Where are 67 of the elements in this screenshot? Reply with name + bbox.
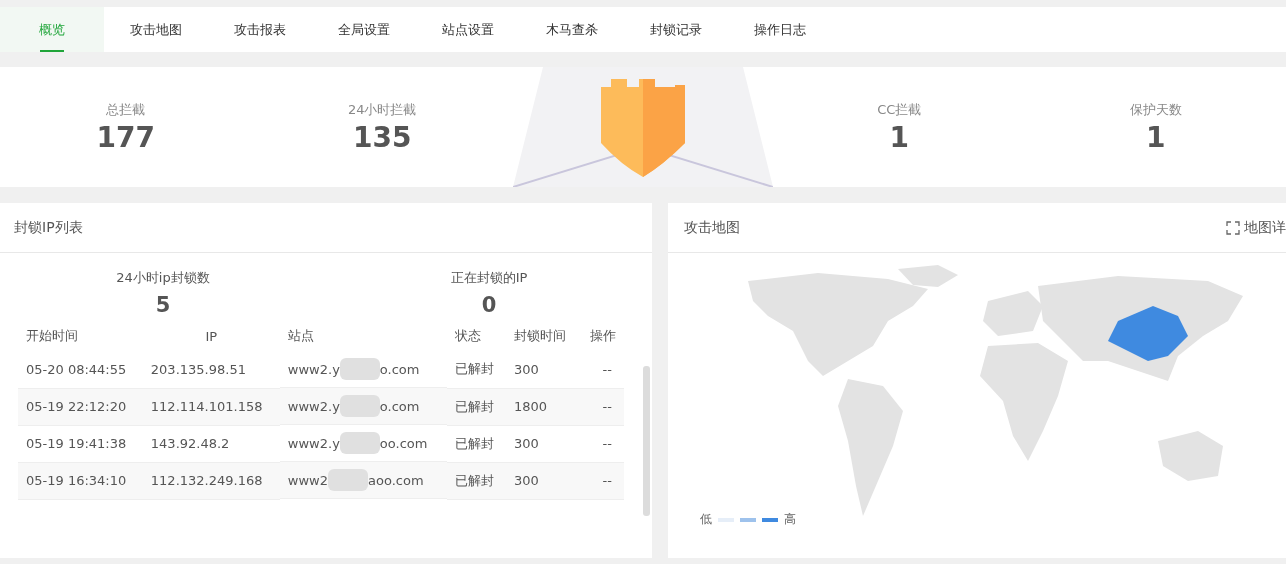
nav-tab[interactable]: 攻击地图 [104, 7, 208, 52]
panel-title: 封锁IP列表 [14, 218, 83, 237]
stat-label: 24小时拦截 [347, 100, 417, 119]
site-text-end: oo.com [379, 435, 428, 451]
table-cell: 已解封 [446, 425, 506, 462]
table-cell: 203.135.98.51 [142, 351, 280, 388]
map-detail-link[interactable]: 地图详 [1226, 218, 1286, 237]
table-cell: 已解封 [446, 388, 506, 425]
nav-tab[interactable]: 木马查杀 [520, 7, 624, 52]
panel-title: 攻击地图 [684, 218, 740, 237]
table-cell: 143.92.48.2 [142, 425, 280, 462]
nav-tab[interactable]: 攻击报表 [208, 7, 312, 52]
nav-tab[interactable]: 站点设置 [416, 7, 520, 52]
summary-label: 24小时ip封锁数 [116, 269, 210, 287]
table-cell: 300 [505, 425, 579, 462]
table-cell: -- [578, 425, 624, 462]
scrollbar[interactable] [643, 366, 650, 516]
column-header: 开始时间 [25, 327, 79, 345]
column-header: IP [204, 327, 219, 346]
legend-swatch [718, 517, 734, 522]
nav-tab[interactable]: 封锁记录 [624, 7, 728, 52]
table-cell: -- [578, 351, 624, 388]
redaction-blur [339, 358, 380, 380]
column-header: 状态 [453, 327, 482, 345]
site-text-start: www2.y [287, 361, 340, 377]
column-header: 站点 [286, 327, 315, 345]
summary-label: 正在封锁的IP [450, 269, 528, 287]
legend-label: 低 [700, 511, 712, 528]
table-cell: 112.114.101.158 [142, 388, 280, 425]
table-cell: 已解封 [446, 351, 506, 388]
site-text-end: aoo.com [368, 472, 424, 488]
redaction-blur [339, 432, 380, 454]
table-cell: 05-19 22:12:20 [18, 388, 143, 425]
legend-label: 高 [784, 511, 796, 528]
table-cell: 已解封 [446, 462, 506, 499]
stat-label: 总拦截 [106, 100, 146, 119]
stat-label: CC拦截 [877, 100, 922, 119]
site-text-end: o.com [379, 398, 420, 414]
site-text-start: www2 [287, 472, 329, 488]
table-cell: -- [578, 388, 624, 425]
redaction-blur [339, 395, 380, 417]
column-header: 操作 [589, 327, 617, 345]
table-cell: 05-19 19:41:38 [18, 425, 143, 462]
redaction-blur [328, 469, 369, 491]
stat-label: 保护天数 [1129, 100, 1182, 119]
summary-value: 5 [155, 293, 171, 317]
stat-value: 177 [96, 120, 155, 154]
legend-swatch [740, 517, 756, 522]
summary-value: 0 [481, 293, 497, 317]
fullscreen-icon [1226, 220, 1240, 235]
table-cell: 112.132.249.168 [142, 462, 280, 499]
table-cell: 1800 [505, 388, 579, 425]
table-cell: 05-20 08:44:55 [18, 351, 143, 388]
nav-tab[interactable]: 全局设置 [312, 7, 416, 52]
stat-value: 1 [889, 120, 909, 154]
legend-swatch [762, 517, 778, 522]
site-text-end: o.com [379, 361, 420, 377]
table-cell: 300 [505, 462, 579, 499]
site-text-start: www2.y [287, 435, 340, 451]
site-text-start: www2.y [287, 398, 340, 414]
table-cell: 05-19 16:34:10 [18, 462, 143, 499]
table-cell: -- [578, 462, 624, 499]
stat-value: 1 [1146, 120, 1166, 154]
table-cell: 300 [505, 351, 579, 388]
nav-tab[interactable]: 操作日志 [728, 7, 832, 52]
column-header: 封锁时间 [512, 327, 567, 345]
stat-value: 135 [353, 120, 412, 154]
